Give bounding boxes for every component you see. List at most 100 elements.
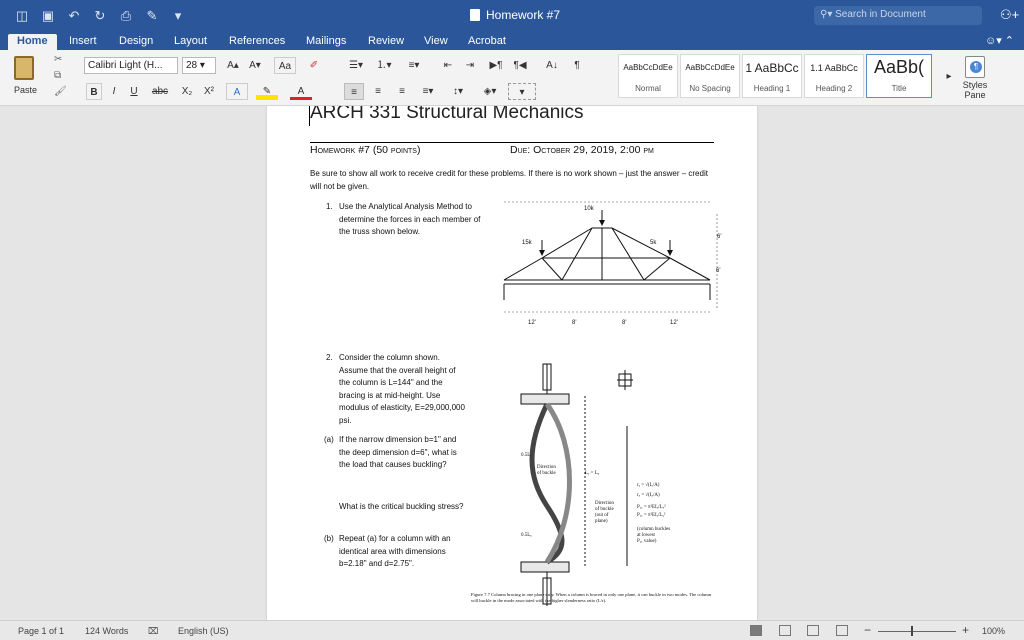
q1-number: 1. (326, 202, 333, 211)
tab-review[interactable]: Review (359, 34, 413, 50)
document-page[interactable]: ARCH 331 Structural Mechanics Homework #… (267, 106, 757, 620)
sort-icon[interactable]: A↓ (542, 57, 562, 74)
qb-text[interactable]: Repeat (a) for a column with an identica… (339, 533, 467, 571)
superscript-icon[interactable]: X² (200, 83, 218, 100)
truss-label: 15k (522, 240, 533, 246)
cut-icon[interactable]: ✂ (54, 54, 62, 65)
grow-font-icon[interactable]: A▴ (224, 57, 242, 74)
customize-qat-icon[interactable]: ▾ (170, 8, 186, 24)
underline-icon[interactable]: U (126, 83, 142, 100)
copy-icon[interactable]: ⧉ (54, 70, 61, 81)
outline-view-icon[interactable] (807, 625, 819, 636)
increase-indent-icon[interactable]: ⇥ (462, 57, 478, 74)
tab-mailings[interactable]: Mailings (297, 34, 355, 50)
tab-acrobat[interactable]: Acrobat (459, 34, 515, 50)
font-name-value: Calibri Light (H... (88, 60, 163, 71)
document-icon (470, 9, 480, 21)
font-size-value: 28 (186, 60, 198, 71)
share-icon[interactable]: ⚇+ (1000, 7, 1019, 23)
strikethrough-icon[interactable]: abc (148, 83, 172, 100)
justify-icon[interactable]: ≡▾ (416, 83, 440, 100)
document-heading[interactable]: ARCH 331 Structural Mechanics (310, 106, 584, 124)
decrease-indent-icon[interactable]: ⇤ (440, 57, 456, 74)
svg-text:of buckle: of buckle (595, 507, 615, 512)
font-name-select[interactable]: Calibri Light (H... (84, 57, 178, 74)
tab-home[interactable]: Home (8, 34, 57, 50)
line-spacing-icon[interactable]: ↕▾ (446, 83, 470, 100)
print-icon[interactable]: ⎙ (118, 8, 134, 24)
change-case-icon[interactable]: Aa (274, 57, 296, 74)
bullets-icon[interactable]: ☰▾ (344, 57, 368, 74)
qa-text-2[interactable]: What is the critical buckling stress? (339, 501, 467, 514)
subscript-icon[interactable]: X₂ (178, 83, 196, 100)
text-effects-icon[interactable]: A (226, 83, 248, 100)
tab-view[interactable]: View (415, 34, 457, 50)
undo-icon[interactable]: ↶ (66, 8, 82, 24)
highlight-icon[interactable]: ✎ (256, 83, 278, 100)
svg-text:0.5Lₓ: 0.5Lₓ (521, 453, 532, 458)
format-painter-icon[interactable]: 🖌 (54, 86, 67, 97)
zoom-in-icon[interactable]: + (962, 623, 969, 637)
zoom-slider[interactable] (878, 631, 956, 632)
document-canvas[interactable]: ARCH 331 Structural Mechanics Homework #… (0, 106, 1024, 620)
paste-icon[interactable] (14, 56, 34, 80)
font-color-icon[interactable]: A (290, 83, 312, 100)
tab-design[interactable]: Design (110, 34, 162, 50)
search-field[interactable]: ⚲▾ Search in Document (814, 6, 982, 25)
q1-text[interactable]: Use the Analytical Analysis Method to de… (339, 201, 487, 239)
sidebar-toggle-icon[interactable]: ◫ (14, 8, 30, 24)
edit-icon[interactable]: ✎ (144, 8, 160, 24)
proofing-icon[interactable]: ⌧ (148, 626, 158, 637)
numbering-icon[interactable]: ⒈▾ (372, 57, 396, 74)
styles-pane-button[interactable]: Styles Pane (958, 54, 992, 100)
show-marks-icon[interactable]: ¶ (568, 57, 586, 74)
web-layout-view-icon[interactable] (779, 625, 791, 636)
style-title[interactable]: AaBb( Title (866, 54, 932, 98)
bold-icon[interactable]: B (86, 83, 102, 100)
styles-more-icon[interactable]: ▸ (944, 68, 954, 85)
svg-text:of buckle: of buckle (537, 471, 557, 476)
align-right-icon[interactable]: ≡ (392, 83, 412, 100)
intro-paragraph[interactable]: Be sure to show all work to receive cred… (310, 167, 710, 193)
align-left-icon[interactable]: ≡ (344, 83, 364, 100)
style-no-spacing[interactable]: AaBbCcDdEe No Spacing (680, 54, 740, 98)
clear-formatting-icon[interactable]: ✐ (305, 57, 323, 74)
style-normal[interactable]: AaBbCcDdEe Normal (618, 54, 678, 98)
tab-layout[interactable]: Layout (165, 34, 216, 50)
qa-text[interactable]: If the narrow dimension b=1" and the dee… (339, 434, 467, 472)
multilevel-list-icon[interactable]: ≡▾ (402, 57, 426, 74)
due-date[interactable]: Due: October 29, 2019, 2:00 pm (510, 144, 654, 156)
homework-label[interactable]: Homework #7 (50 points) (310, 144, 420, 156)
shading-icon[interactable]: ◈▾ (478, 83, 502, 100)
redo-icon[interactable]: ↻ (92, 8, 108, 24)
tab-insert[interactable]: Insert (60, 34, 106, 50)
align-center-icon[interactable]: ≡ (368, 83, 388, 100)
feedback-icon[interactable]: ☺▾ ⌃ (985, 34, 1014, 47)
zoom-slider-thumb[interactable] (911, 626, 913, 636)
italic-icon[interactable]: I (106, 83, 122, 100)
column-figure[interactable]: Lᵧ = Lₓ 0.5Lₓ 0.5Lₓ Direction of buckle … (467, 356, 717, 618)
zoom-out-icon[interactable]: − (864, 623, 871, 637)
word-count[interactable]: 124 Words (85, 626, 128, 636)
language[interactable]: English (US) (178, 626, 229, 636)
svg-text:Direction: Direction (537, 465, 556, 470)
paste-label[interactable]: Paste (14, 85, 37, 95)
svg-text:P꜀ᵣ = π²EIₓ/Lₓ²: P꜀ᵣ = π²EIₓ/Lₓ² (637, 504, 666, 510)
style-heading-2[interactable]: 1.1 AaBbCc Heading 2 (804, 54, 864, 98)
rtl-icon[interactable]: ¶◀ (512, 57, 528, 74)
zoom-level[interactable]: 100% (982, 626, 1005, 636)
font-size-select[interactable]: 28 ▾ (182, 57, 216, 74)
save-icon[interactable]: ▣ (40, 8, 56, 24)
borders-icon[interactable]: ▾ (508, 83, 536, 100)
truss-figure[interactable]: 10k 15k 5k 6' 6' 12' 8' 8' 12' (492, 200, 724, 334)
style-heading-1[interactable]: 1 AaBbCc Heading 1 (742, 54, 802, 98)
ltr-icon[interactable]: ▶¶ (488, 57, 504, 74)
page-count[interactable]: Page 1 of 1 (18, 626, 64, 636)
print-layout-view-icon[interactable] (750, 625, 762, 636)
draft-view-icon[interactable] (836, 625, 848, 636)
tab-references[interactable]: References (220, 34, 294, 50)
styles-pane-icon (965, 56, 985, 78)
q2-text[interactable]: Consider the column shown. Assume that t… (339, 352, 467, 427)
shrink-font-icon[interactable]: A▾ (246, 57, 264, 74)
style-label: Normal (635, 84, 661, 93)
